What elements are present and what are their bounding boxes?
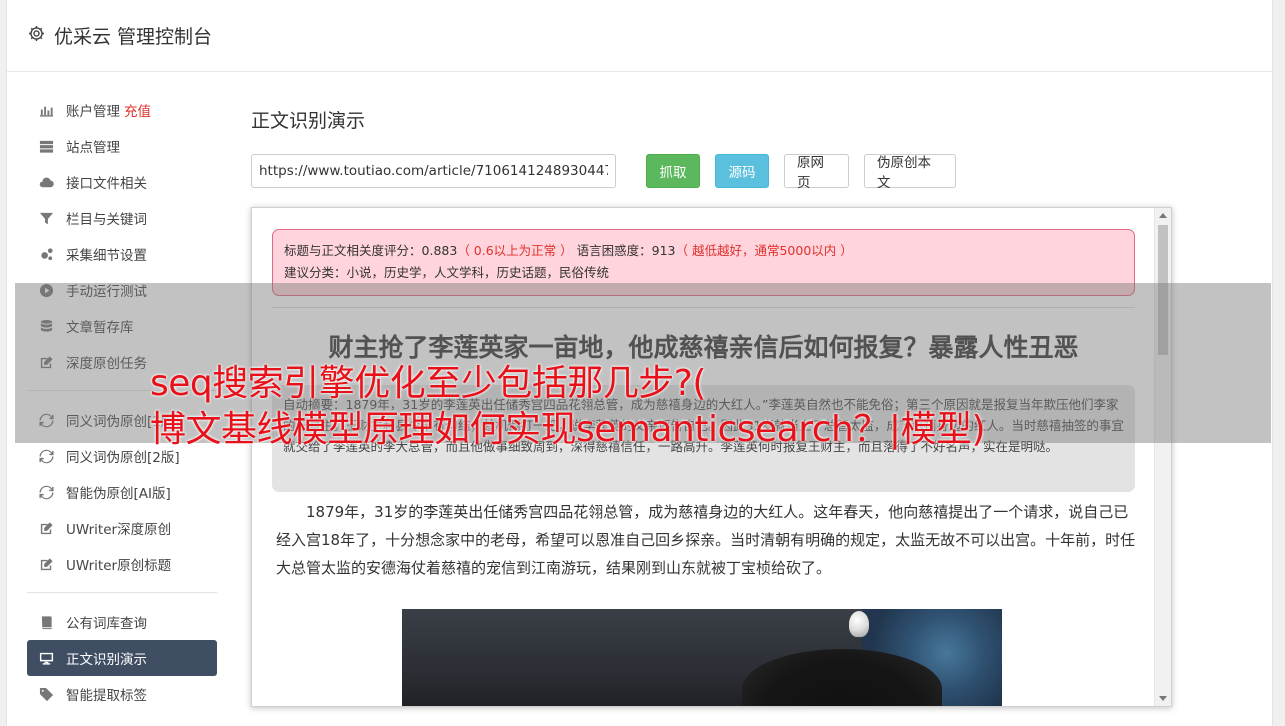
sidebar-item-label: 账户管理 (66, 104, 120, 120)
sidebar-item-label: UWriter深度原创 (66, 522, 172, 538)
sidebar-item[interactable]: 正文识别演示 (27, 640, 217, 676)
refresh-icon (38, 448, 54, 464)
gears-icon (38, 246, 54, 262)
sidebar-item[interactable]: 站点管理 (27, 128, 217, 164)
sidebar-item[interactable]: UWriter深度原创 (27, 510, 217, 546)
desktop-icon (38, 650, 54, 666)
pseudo-original-button[interactable]: 伪原创本文 (864, 154, 956, 191)
perplexity-note: （ 越低越好，通常5000以内 ） (675, 243, 853, 258)
tag-icon (38, 686, 54, 702)
scroll-up-icon[interactable] (1159, 213, 1167, 218)
perplexity-label: 语言困惑度： (576, 243, 652, 258)
sidebar-item-label: 智能伪原创[AI版] (66, 486, 171, 502)
app-title: 优采云 管理控制台 (54, 26, 213, 48)
relevance-value: 0.883 (421, 243, 458, 258)
article-image (402, 609, 1002, 706)
book-icon (38, 614, 54, 630)
sidebar-item[interactable]: 接口文件相关 (27, 164, 217, 200)
sidebar-item-label: 接口文件相关 (66, 176, 147, 192)
top-bar: 优采云 管理控制台 (7, 0, 1272, 72)
result-preview-panel[interactable]: 标题与正文相关度评分：0.883（ 0.6以上为正常 ） 语言困惑度：913（ … (251, 207, 1172, 707)
brand: 优采云 管理控制台 (27, 22, 212, 49)
page-title: 正文识别演示 (251, 110, 366, 132)
edit-icon (38, 556, 54, 572)
sidebar-item[interactable]: 采集细节设置 (27, 236, 217, 272)
article-paragraph: 1879年，31岁的李莲英出任储秀宫四品花翎总管，成为慈禧身边的大红人。这年春天… (276, 503, 1136, 577)
sidebar-item-label: 采集细节设置 (66, 248, 147, 264)
sidebar-item-label: 公有词库查询 (66, 616, 147, 632)
edit-icon (38, 520, 54, 536)
sidebar-item[interactable]: 公有词库查询 (27, 604, 217, 640)
sidebar-item[interactable]: 栏目与关键词 (27, 200, 217, 236)
toolbar: 抓取 源码 原网页 伪原创本文 (251, 154, 956, 191)
sidebar-item[interactable]: UWriter原创标题 (27, 546, 217, 582)
category-value: 小说，历史学，人文学科，历史话题，民俗传统 (346, 265, 610, 280)
perplexity-value: 913 (651, 243, 676, 258)
fetch-button[interactable]: 抓取 (646, 154, 700, 188)
sidebar-item-label: 栏目与关键词 (66, 212, 147, 228)
sidebar-item[interactable]: 账户管理 充值 (27, 92, 217, 128)
scroll-down-icon[interactable] (1159, 696, 1167, 701)
cloud-upload-icon (38, 174, 54, 190)
sidebar-item-label: 站点管理 (66, 140, 120, 156)
overlay-headline: seq搜索引擎优化至少包括那几步?( 博文基线模型原理如何实现semantics… (150, 361, 986, 453)
sidebar-item[interactable]: 智能提取标签 (27, 676, 217, 712)
overlay-line-2: 博文基线模型原理如何实现semanticsearch？|模型) (150, 409, 986, 450)
relevance-note: （ 0.6以上为正常 ） (457, 243, 573, 258)
filter-icon (38, 210, 54, 226)
sidebar-item-label: 正文识别演示 (66, 652, 147, 668)
bar-chart-icon (38, 102, 54, 118)
sidebar-item-label: 智能提取标签 (66, 688, 147, 704)
url-input[interactable] (251, 154, 616, 188)
category-label: 建议分类： (284, 265, 347, 280)
relevance-label: 标题与正文相关度评分： (284, 243, 422, 258)
overlay-line-1: seq搜索引擎优化至少包括那几步?( (150, 363, 706, 404)
server-icon (38, 138, 54, 154)
gear-icon (27, 24, 46, 48)
sidebar-divider (27, 592, 217, 593)
image-hat-finial (849, 611, 869, 637)
sidebar-item-label: UWriter原创标题 (66, 558, 172, 574)
recharge-badge[interactable]: 充值 (124, 100, 151, 120)
original-page-button[interactable]: 原网页 (784, 154, 849, 191)
source-button[interactable]: 源码 (715, 154, 769, 188)
refresh-icon (38, 484, 54, 500)
sidebar-item[interactable]: 智能伪原创[AI版] (27, 474, 217, 510)
